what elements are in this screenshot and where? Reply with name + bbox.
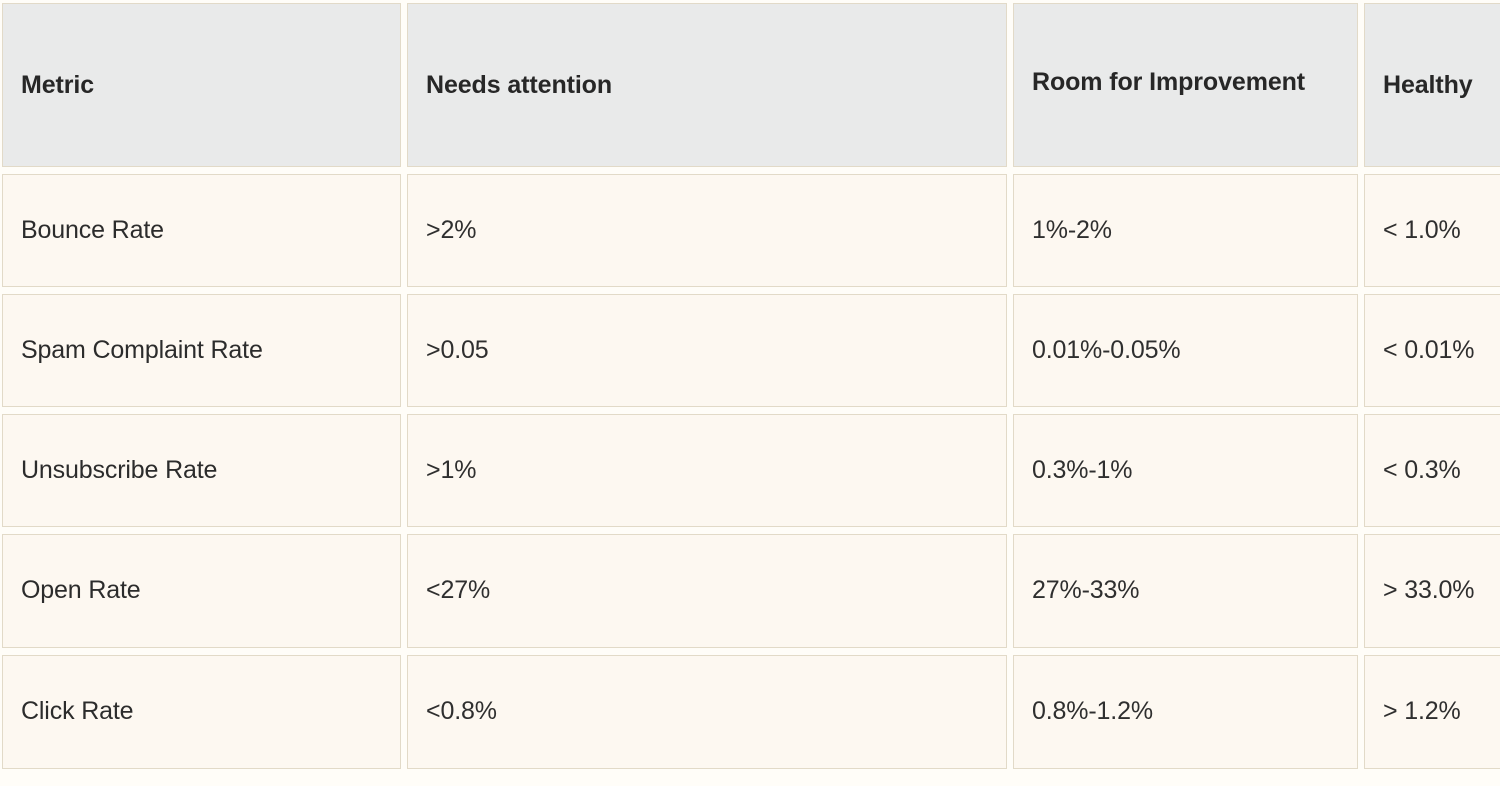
table-row: Click Rate <0.8% 0.8%-1.2% > 1.2% [2,655,1500,769]
cell-room-for-improvement: 0.8%-1.2% [1013,655,1358,769]
cell-healthy: < 0.3% [1364,414,1500,527]
healthy-value: < 0.3% [1383,456,1461,484]
cell-room-for-improvement: 1%-2% [1013,174,1358,287]
cell-healthy: < 0.01% [1364,294,1500,407]
healthy-value: < 0.01% [1383,336,1475,364]
metric-name: Click Rate [21,697,134,725]
table-row: Unsubscribe Rate >1% 0.3%-1% < 0.3% [2,414,1500,527]
table-row: Spam Complaint Rate >0.05 0.01%-0.05% < … [2,294,1500,407]
healthy-value: < 1.0% [1383,216,1461,244]
healthy-value: > 1.2% [1383,697,1461,725]
cell-needs-attention: <27% [407,534,1007,648]
cell-room-for-improvement: 0.3%-1% [1013,414,1358,527]
cell-healthy: < 1.0% [1364,174,1500,287]
column-header-needs-attention: Needs attention [407,3,1007,167]
metric-name: Spam Complaint Rate [21,336,263,364]
needs-attention-value: >2% [426,216,477,244]
needs-attention-value: >0.05 [426,336,489,364]
healthy-value: > 33.0% [1383,576,1475,604]
column-header-room-for-improvement-label: Room for Improvement [1032,67,1306,96]
metric-name: Open Rate [21,576,141,604]
table-header-row: Metric Needs attention Room for Improvem… [2,3,1500,167]
column-header-healthy: Healthy [1364,3,1500,167]
cell-needs-attention: >2% [407,174,1007,287]
column-header-needs-attention-label: Needs attention [426,70,613,99]
metric-name: Bounce Rate [21,216,164,244]
room-for-improvement-value: 1%-2% [1032,216,1112,244]
room-for-improvement-value: 0.3%-1% [1032,456,1133,484]
room-for-improvement-value: 0.01%-0.05% [1032,336,1181,364]
column-header-metric-label: Metric [21,70,95,99]
cell-metric: Bounce Rate [2,174,401,287]
column-header-healthy-label: Healthy [1383,70,1473,99]
table-body: Bounce Rate >2% 1%-2% < 1.0% Spam Compla… [2,174,1500,769]
cell-healthy: > 1.2% [1364,655,1500,769]
cell-metric: Click Rate [2,655,401,769]
table-header: Metric Needs attention Room for Improvem… [2,3,1500,167]
table-row: Open Rate <27% 27%-33% > 33.0% [2,534,1500,648]
needs-attention-value: <27% [426,576,491,604]
metrics-table-container: Metric Needs attention Room for Improvem… [0,0,1500,782]
column-header-room-for-improvement: Room for Improvement [1013,3,1358,167]
metric-name: Unsubscribe Rate [21,456,218,484]
cell-metric: Open Rate [2,534,401,648]
cell-metric: Spam Complaint Rate [2,294,401,407]
table-row: Bounce Rate >2% 1%-2% < 1.0% [2,174,1500,287]
cell-needs-attention: <0.8% [407,655,1007,769]
room-for-improvement-value: 27%-33% [1032,576,1140,604]
cell-healthy: > 33.0% [1364,534,1500,648]
column-header-metric: Metric [2,3,401,167]
cell-room-for-improvement: 27%-33% [1013,534,1358,648]
email-metrics-benchmark-table: Metric Needs attention Room for Improvem… [0,0,1500,776]
cell-needs-attention: >0.05 [407,294,1007,407]
cell-room-for-improvement: 0.01%-0.05% [1013,294,1358,407]
room-for-improvement-value: 0.8%-1.2% [1032,697,1153,725]
needs-attention-value: <0.8% [426,697,497,725]
cell-needs-attention: >1% [407,414,1007,527]
cell-metric: Unsubscribe Rate [2,414,401,527]
needs-attention-value: >1% [426,456,477,484]
